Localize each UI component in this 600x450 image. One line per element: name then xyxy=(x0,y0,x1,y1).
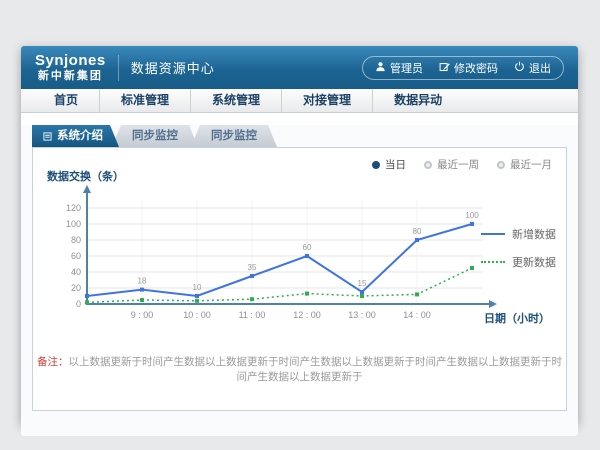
svg-text:100: 100 xyxy=(66,219,81,229)
time-range-filters: 当日 最近一周 最近一月 xyxy=(372,157,552,172)
svg-text:80: 80 xyxy=(71,235,81,245)
svg-text:18: 18 xyxy=(138,277,147,286)
y-axis-label: 数据交换（条） xyxy=(47,168,124,184)
company-logo: Synjones 新中新集团 xyxy=(35,53,106,82)
filter-last-week[interactable]: 最近一周 xyxy=(424,157,479,172)
svg-text:80: 80 xyxy=(413,227,422,236)
header-divider xyxy=(118,55,119,81)
page-title: 数据资源中心 xyxy=(131,58,215,77)
x-axis-label: 日期（小时） xyxy=(484,310,550,326)
tab-sync-monitor-1[interactable]: 同步监控 xyxy=(112,125,198,147)
svg-text:12 : 00: 12 : 00 xyxy=(293,310,321,320)
svg-text:10: 10 xyxy=(193,283,202,292)
footer-note-prefix: 备注： xyxy=(37,356,69,368)
filter-today-label: 当日 xyxy=(385,157,406,172)
logout-label: 退出 xyxy=(529,60,551,76)
tab-sync-monitor-2[interactable]: 同步监控 xyxy=(191,125,277,147)
svg-text:60: 60 xyxy=(71,251,81,261)
app-header: Synjones 新中新集团 数据资源中心 管理员 修改密码 退出 xyxy=(21,46,578,89)
svg-text:100: 100 xyxy=(465,211,479,220)
radio-icon xyxy=(497,161,505,169)
logout-icon xyxy=(514,61,525,75)
svg-text:14 : 00: 14 : 00 xyxy=(403,310,431,320)
edit-icon xyxy=(439,61,450,75)
footer-note-text: 以上数据更新于时间产生数据以上数据更新于时间产生数据以上数据更新于时间产生数据以… xyxy=(69,356,563,383)
tab-strip: 系统介绍 同步监控 同步监控 xyxy=(32,125,578,147)
svg-text:40: 40 xyxy=(71,267,81,277)
svg-text:15: 15 xyxy=(358,279,367,288)
svg-text:35: 35 xyxy=(248,263,257,272)
legend-item-updated-data: 更新数据 xyxy=(481,254,556,270)
document-icon xyxy=(43,132,52,141)
tab-system-intro[interactable]: 系统介绍 xyxy=(32,125,119,147)
nav-item-standard-mgmt[interactable]: 标准管理 xyxy=(99,89,190,112)
footer-note: 备注：以上数据更新于时间产生数据以上数据更新于时间产生数据以上数据更新于时间产生… xyxy=(33,354,566,384)
logo-company-text: 新中新集团 xyxy=(38,70,103,82)
main-nav: 首页 标准管理 系统管理 对接管理 数据异动 xyxy=(21,89,578,113)
svg-text:11 : 00: 11 : 00 xyxy=(239,310,266,320)
legend-updated-data-label: 更新数据 xyxy=(512,254,556,270)
filter-last-week-label: 最近一周 xyxy=(437,157,479,172)
solid-line-icon xyxy=(481,233,505,235)
svg-text:9 : 00: 9 : 00 xyxy=(131,310,154,320)
filter-today[interactable]: 当日 xyxy=(372,157,406,172)
logout-button[interactable]: 退出 xyxy=(514,60,551,76)
svg-text:13 : 00: 13 : 00 xyxy=(348,310,376,320)
legend-item-new-data: 新增数据 xyxy=(481,226,556,242)
svg-text:120: 120 xyxy=(66,203,81,213)
nav-item-interface-mgmt[interactable]: 对接管理 xyxy=(281,89,372,112)
user-menu: 管理员 修改密码 退出 xyxy=(362,56,564,80)
tab-system-intro-label: 系统介绍 xyxy=(57,125,103,147)
svg-text:60: 60 xyxy=(303,243,312,252)
nav-item-home[interactable]: 首页 xyxy=(33,89,99,112)
user-account-button[interactable]: 管理员 xyxy=(375,60,423,76)
dashed-line-icon xyxy=(481,261,505,263)
change-password-button[interactable]: 修改密码 xyxy=(439,60,498,76)
svg-text:20: 20 xyxy=(71,283,81,293)
filter-last-month-label: 最近一月 xyxy=(510,157,552,172)
radio-selected-icon xyxy=(372,161,380,169)
main-window: Synjones 新中新集团 数据资源中心 管理员 修改密码 退出 首页 标准管… xyxy=(21,46,578,424)
line-chart: 0 20 40 60 80 100 120 9 : 00 10 : 00 11 : 00 12 : … xyxy=(57,184,497,334)
nav-item-data-change[interactable]: 数据异动 xyxy=(372,89,463,112)
chart-legend: 新增数据 更新数据 xyxy=(481,226,556,270)
user-account-label: 管理员 xyxy=(390,60,423,76)
radio-icon xyxy=(424,161,432,169)
filter-last-month[interactable]: 最近一月 xyxy=(497,157,552,172)
content-area: 系统介绍 同步监控 同步监控 当日 最近一周 最近一月 数据交 xyxy=(21,125,578,436)
change-password-label: 修改密码 xyxy=(454,60,498,76)
logo-brand-text: Synjones xyxy=(35,53,106,70)
svg-text:0: 0 xyxy=(76,299,81,309)
svg-text:10 : 00: 10 : 00 xyxy=(183,310,211,320)
user-icon xyxy=(375,61,386,75)
nav-item-system-mgmt[interactable]: 系统管理 xyxy=(190,89,281,112)
legend-new-data-label: 新增数据 xyxy=(512,226,556,242)
chart-panel: 当日 最近一周 最近一月 数据交换（条） 0 20 40 60 80 100 120 9 : … xyxy=(32,147,567,411)
